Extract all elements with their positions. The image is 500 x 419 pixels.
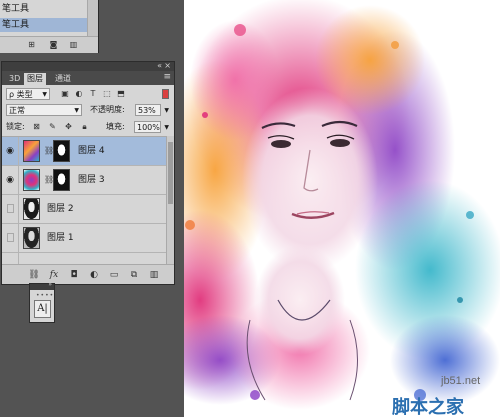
tab-layers[interactable]: 图层 <box>24 73 46 85</box>
fill-label: 填充: <box>106 122 125 131</box>
visibility-eye-icon[interactable]: ◉ <box>4 174 16 186</box>
layer-mask-thumbnail[interactable] <box>53 140 70 162</box>
layer-row-layer-4[interactable]: ◉ ⛓ 图层 4 <box>2 137 166 166</box>
collapse-icon[interactable]: » <box>48 281 52 288</box>
trash-icon[interactable]: ▥ <box>68 39 79 50</box>
layer-thumbnail[interactable] <box>23 198 40 220</box>
layer-list-scrollbar[interactable] <box>166 136 174 264</box>
image-filter-icon[interactable]: ▣ <box>60 89 70 99</box>
smart-object-filter-icon[interactable]: ⬒ <box>116 89 126 99</box>
panel-titlebar[interactable]: « × <box>2 61 174 71</box>
chevron-down-icon: ▼ <box>74 107 79 114</box>
fx-icon[interactable]: fx <box>48 269 60 281</box>
filter-kind-label: ρ 类型 <box>9 90 33 99</box>
opacity-label: 不透明度: <box>90 105 125 114</box>
type-filter-icon[interactable]: T <box>88 89 98 99</box>
watermark-site-name: 脚本之家 <box>392 397 464 418</box>
adjustment-layer-icon[interactable]: ◐ <box>88 269 100 281</box>
tool-list-item-selected[interactable]: 笔工具 <box>0 18 88 32</box>
tool-list-item[interactable]: 笔工具 <box>0 2 88 16</box>
panel-titlebar[interactable]: » <box>30 281 54 290</box>
shape-filter-icon[interactable]: ⬚ <box>102 89 112 99</box>
group-folder-icon[interactable]: ▭ <box>108 269 120 281</box>
layer-name[interactable]: 图层 3 <box>78 174 105 186</box>
chevron-down-icon: ▼ <box>42 91 47 98</box>
divider <box>18 195 19 223</box>
lock-label: 锁定: <box>6 122 25 131</box>
fill-value: 100% <box>137 123 160 132</box>
tab-3d[interactable]: 3D <box>6 73 23 85</box>
scrollbar-thumb[interactable] <box>168 142 173 204</box>
layer-name[interactable]: 图层 4 <box>78 145 105 157</box>
lock-move-icon[interactable]: ✥ <box>64 122 73 131</box>
layer-row-layer-2[interactable]: 图层 2 <box>2 195 166 224</box>
tab-channels[interactable]: 通道 <box>52 73 74 85</box>
add-mask-icon[interactable]: ◘ <box>68 269 80 281</box>
blend-row: 正常 ▼ 不透明度: 53% ▼ <box>2 102 174 118</box>
lock-row: 锁定: ⊠ ✎ ✥ 🔒︎ 填充: 100% ▼ <box>2 119 174 135</box>
layer-row-layer-3[interactable]: ◉ ⛓ 图层 3 <box>2 166 166 195</box>
layer-list: ◉ ⛓ 图层 4 ◉ ⛓ 图层 3 图层 2 图层 1 <box>2 136 166 265</box>
layer-thumbnail[interactable] <box>23 140 40 162</box>
divider <box>18 137 19 165</box>
new-preset-icon[interactable]: ⊞ <box>26 39 37 50</box>
divider <box>18 224 19 252</box>
character-panel-icon[interactable]: A| <box>34 300 51 318</box>
layer-filter-bar: ρ 类型 ▼ ▣ ◐ T ⬚ ⬒ <box>2 85 174 102</box>
lock-transparent-icon[interactable]: ⊠ <box>32 122 41 131</box>
tool-list-scrollbar[interactable] <box>87 0 98 36</box>
layer-name[interactable]: 图层 2 <box>47 203 74 215</box>
visibility-toggle-off[interactable] <box>7 204 14 213</box>
mask-link-icon[interactable]: ⛓ <box>44 175 54 185</box>
layer-name[interactable]: 图层 1 <box>47 232 74 244</box>
filter-kind-select[interactable]: ρ 类型 ▼ <box>6 88 50 100</box>
fill-input[interactable]: 100% ▼ <box>134 121 169 133</box>
layers-panel: « × 3D 图层 通道 ≡ ρ 类型 ▼ ▣ ◐ T ⬚ ⬒ 正常 ▼ 不透明… <box>1 61 175 285</box>
tool-presets-panel: 笔工具 笔工具 ⊞ ◙ ▥ <box>0 0 99 53</box>
blend-mode-value: 正常 <box>9 106 25 115</box>
trash-icon[interactable]: ▥ <box>148 269 160 281</box>
lock-brush-icon[interactable]: ✎ <box>48 122 57 131</box>
close-icon[interactable]: × <box>164 61 171 70</box>
visibility-toggle-off[interactable] <box>7 233 14 242</box>
new-layer-icon[interactable]: ⧉ <box>128 269 140 281</box>
chevron-down-icon[interactable]: ▼ <box>164 105 169 116</box>
link-layers-icon[interactable]: ⛓ <box>28 269 40 281</box>
tool-panel-footer: ⊞ ◙ ▥ <box>0 36 98 53</box>
opacity-value: 53% <box>138 106 156 115</box>
adjustment-filter-icon[interactable]: ◐ <box>74 89 84 99</box>
watermark-url: jb51.net <box>441 375 481 387</box>
lock-all-icon[interactable]: 🔒︎ <box>80 122 89 131</box>
layer-thumbnail[interactable] <box>23 169 40 191</box>
panel-tabs: 3D 图层 通道 ≡ <box>2 71 174 85</box>
layer-thumbnail[interactable] <box>23 227 40 249</box>
panel-menu-icon[interactable]: ≡ <box>163 72 171 82</box>
mask-link-icon[interactable]: ⛓ <box>44 146 54 156</box>
opacity-input[interactable]: 53% ▼ <box>135 104 169 116</box>
layer-row-layer-1[interactable]: 图层 1 <box>2 224 166 253</box>
layer-mask-thumbnail[interactable] <box>53 169 70 191</box>
camera-icon[interactable]: ◙ <box>48 39 59 50</box>
chevron-down-icon[interactable]: ▼ <box>164 122 169 133</box>
layers-footer: ⛓ fx ◘ ◐ ▭ ⧉ ▥ <box>2 264 174 284</box>
collapse-icon[interactable]: « <box>157 61 162 70</box>
blend-mode-select[interactable]: 正常 ▼ <box>6 104 82 116</box>
drag-handle-icon[interactable]: •••• <box>36 292 54 299</box>
filter-toggle[interactable] <box>162 89 169 99</box>
divider <box>18 166 19 194</box>
character-panel-collapsed: » •••• A| <box>29 281 55 323</box>
visibility-eye-icon[interactable]: ◉ <box>4 145 16 157</box>
